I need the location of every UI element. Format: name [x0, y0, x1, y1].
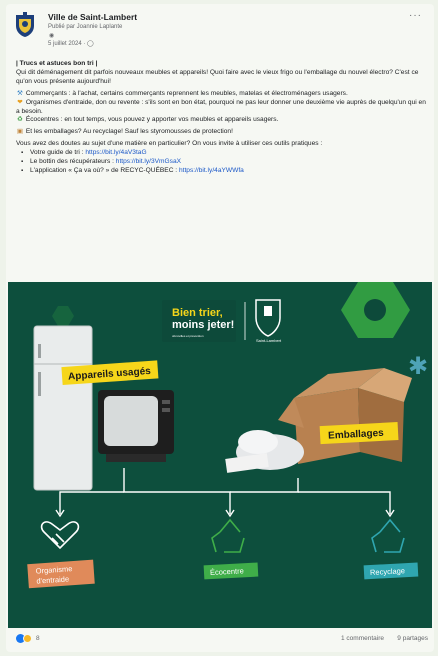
- svg-text:✱: ✱: [408, 352, 428, 380]
- tip-item: ♻ Écocentres : en tout temps, vous pouve…: [16, 116, 428, 125]
- link-url[interactable]: https://bit.ly/4aV3taG: [85, 149, 146, 156]
- post-title: | Trucs et astuces bon tri |: [16, 60, 98, 67]
- recyclage-tag-text: Recyclage: [370, 566, 405, 577]
- crest-caption: Saint-Lambert: [256, 338, 282, 343]
- more-options-icon[interactable]: ···: [409, 10, 422, 21]
- infographic: ✱ ✦ Bien trier, moins jeter! obnovilles …: [8, 282, 432, 628]
- reaction-count[interactable]: 8: [36, 635, 40, 642]
- link-item: Le bottin des récupérateurs : https://bi…: [21, 158, 428, 167]
- slogan-badge: Bien trier, moins jeter! obnovilles et p…: [162, 300, 246, 342]
- slogan-line1: Bien trier,: [172, 307, 223, 319]
- city-crest-avatar[interactable]: [14, 12, 36, 38]
- page-name[interactable]: Ville de Saint-Lambert: [48, 12, 137, 22]
- link-item: Votre guide de tri : https://bit.ly/4aV3…: [21, 149, 428, 158]
- ecocentre-tag: Écocentre: [203, 562, 259, 580]
- tip-text: Commerçants : à l'achat, certains commer…: [25, 89, 348, 97]
- link-label: Le bottin des récupérateurs :: [30, 158, 116, 166]
- slogan-line2: moins jeter!: [172, 319, 234, 331]
- post-body: | Trucs et astuces bon tri | Qui dit dém…: [16, 60, 428, 176]
- link-label: L'application « Ça va où? » de RECYC-QUÉ…: [30, 166, 179, 174]
- organisme-tag: Organisme d'entraide: [27, 559, 95, 589]
- post-date-text: 5 juillet 2024 ·: [48, 41, 88, 47]
- tip-text: Écocentres : en tout temps, vous pouvez …: [25, 116, 279, 124]
- link-label: Votre guide de tri :: [30, 149, 86, 157]
- post-intro: Qui dit déménagement dit parfois nouveau…: [16, 68, 419, 85]
- facebook-post: Ville de Saint-Lambert Publié par Joanni…: [6, 4, 434, 652]
- globe-icon: ◯: [87, 41, 94, 47]
- doubts-text: Vous avez des doutes au sujet d'une mati…: [16, 140, 323, 148]
- tip-item: ❤ Organismes d'entraide, don ou revente …: [16, 99, 428, 117]
- link-item: L'application « Ça va où? » de RECYC-QUÉ…: [21, 166, 428, 176]
- packaging-text: Et les emballages? Au recyclage! Sauf le…: [25, 128, 233, 136]
- pin-icon: ◉: [49, 33, 55, 39]
- post-image[interactable]: ✱ ✦ Bien trier, moins jeter! obnovilles …: [8, 282, 432, 628]
- box-icon: ▣: [16, 128, 24, 136]
- link-url[interactable]: https://bit.ly/4aYWWfa: [179, 167, 244, 174]
- heart-hands-icon: ❤: [17, 98, 23, 106]
- post-date[interactable]: 5 juillet 2024 · ◯: [48, 40, 94, 47]
- ecocentre-tag-text: Écocentre: [210, 566, 244, 577]
- slogan-small: obnovilles et prévention: [172, 334, 204, 338]
- post-header: Ville de Saint-Lambert Publié par Joanni…: [14, 10, 424, 56]
- fridge-image: [33, 325, 93, 491]
- published-by: Publié par Joannie Laplante: [48, 24, 123, 30]
- broom-icon: ⚒: [17, 89, 23, 97]
- tip-text: Organismes d'entraide, don ou revente : …: [16, 98, 426, 115]
- comment-count[interactable]: 1 commentaire: [341, 635, 384, 642]
- post-footer: 8 1 commentaire 9 partages: [16, 634, 428, 648]
- tip-item: ⚒ Commerçants : à l'achat, certains comm…: [16, 90, 428, 99]
- link-url[interactable]: https://bit.ly/3VmGsaX: [116, 158, 181, 165]
- haha-reaction-icon[interactable]: [23, 634, 32, 643]
- link-list: Votre guide de tri : https://bit.ly/4aV3…: [21, 149, 428, 176]
- tv-image: [98, 390, 174, 462]
- share-count[interactable]: 9 partages: [397, 635, 428, 642]
- recycle-icon: ♻: [17, 116, 23, 124]
- recyclage-tag: Recyclage: [363, 562, 419, 580]
